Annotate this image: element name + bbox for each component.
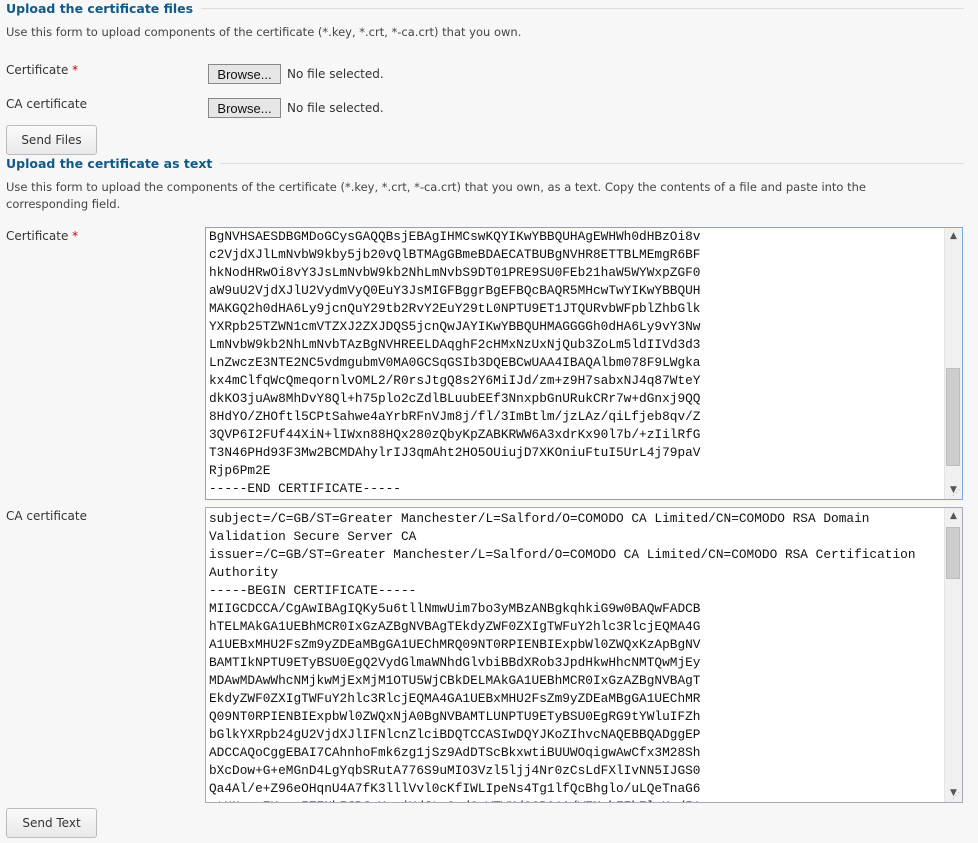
certificate-file-label: Certificate * xyxy=(6,63,79,77)
resize-grip-icon[interactable]: ⋰ xyxy=(952,488,960,497)
text-description: Use this form to upload the components o… xyxy=(6,180,867,211)
certificate-browse-button[interactable]: Browse... xyxy=(208,64,281,84)
ca-browse-button[interactable]: Browse... xyxy=(208,98,281,118)
scroll-thumb[interactable] xyxy=(946,368,960,466)
ca-scrollbar[interactable]: ▲ ▼ xyxy=(944,508,962,802)
section-heading-files: Upload the certificate files xyxy=(6,1,964,16)
scroll-thumb[interactable] xyxy=(946,527,960,579)
resize-grip-icon[interactable]: ⋰ xyxy=(952,791,960,800)
send-files-button[interactable]: Send Files xyxy=(6,125,97,155)
certificate-text: BgNVHSAESDBGMDoGCysGAQQBsjEBAgIHMCswKQYI… xyxy=(209,229,701,496)
send-text-button[interactable]: Send Text xyxy=(6,808,97,838)
ca-text-label: CA certificate xyxy=(6,509,87,523)
required-mark: * xyxy=(72,229,79,243)
files-description: Use this form to upload components of th… xyxy=(6,25,522,39)
certificate-text-label: Certificate * xyxy=(6,229,79,243)
ca-certificate-text: subject=/C=GB/ST=Greater Manchester/L=Sa… xyxy=(209,511,916,802)
scroll-up-icon[interactable]: ▲ xyxy=(945,508,962,525)
certificate-scrollbar[interactable]: ▲ ▼ xyxy=(944,228,962,499)
section-heading-text: Upload the certificate as text xyxy=(6,156,964,171)
required-mark: * xyxy=(72,63,79,77)
ca-certificate-textarea[interactable]: subject=/C=GB/ST=Greater Manchester/L=Sa… xyxy=(205,507,963,803)
scroll-up-icon[interactable]: ▲ xyxy=(945,228,962,245)
ca-file-label: CA certificate xyxy=(6,97,87,111)
ca-file-status: No file selected. xyxy=(287,101,384,115)
certificate-textarea[interactable]: BgNVHSAESDBGMDoGCysGAQQBsjEBAgIHMCswKQYI… xyxy=(205,227,963,500)
certificate-file-status: No file selected. xyxy=(287,67,384,81)
